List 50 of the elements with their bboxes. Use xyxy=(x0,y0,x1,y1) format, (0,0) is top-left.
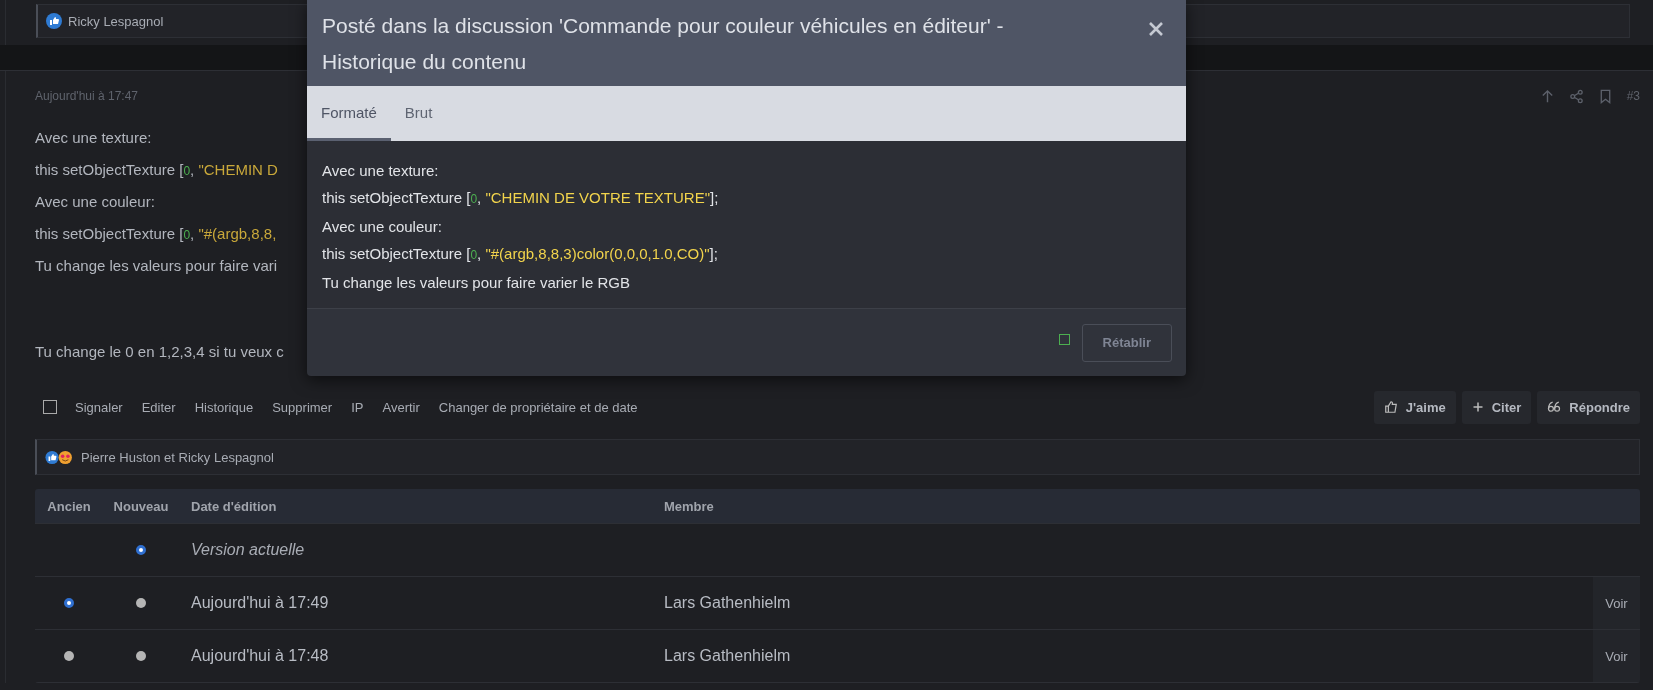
post-text-line: this setObjectTexture [0, "CHEMIN D xyxy=(35,160,278,178)
plus-icon xyxy=(1471,401,1484,413)
post-text-line: Avec une couleur: xyxy=(35,192,155,210)
column-header: Membre xyxy=(664,497,715,516)
column-header: Date d'édition xyxy=(190,497,278,516)
post-action-link[interactable]: Changer de propriétaire et de date xyxy=(438,399,638,415)
view-link[interactable]: Voir xyxy=(1593,630,1640,682)
old-version-radio[interactable] xyxy=(64,598,74,608)
reaction-names[interactable]: Ricky Lespagnol xyxy=(68,13,164,29)
edit-date: Version actuelle xyxy=(191,541,305,559)
column-header: Nouveau xyxy=(112,497,170,516)
square-icon xyxy=(1058,334,1070,345)
view-link[interactable]: Voir xyxy=(1593,577,1640,629)
new-version-radio[interactable] xyxy=(136,545,146,555)
new-version-radio[interactable] xyxy=(136,651,146,661)
post-action-link[interactable]: Supprimer xyxy=(272,399,333,415)
post-text-line: Avec une texture: xyxy=(35,128,152,146)
select-checkbox[interactable] xyxy=(43,400,57,414)
edit-date: Aujourd'hui à 17:49 xyxy=(191,594,329,612)
content-text-line: this setObjectTexture [0, "CHEMIN DE VOTRE TEXTURE"]; xyxy=(322,188,720,208)
old-version-radio[interactable] xyxy=(64,651,74,661)
content-text-line: Avec une couleur: xyxy=(322,217,443,237)
close-icon[interactable] xyxy=(1148,21,1164,37)
post-action-link[interactable]: Editer xyxy=(141,399,176,415)
post-button[interactable]: Répondre xyxy=(1537,390,1640,424)
member-name: Lars Gathenhielm xyxy=(664,594,791,612)
dialog-title: Posté dans la discussion 'Commande pour couleur véhicules en éditeur' - Historique du contenu xyxy=(322,13,1005,75)
new-version-radio[interactable] xyxy=(136,598,146,608)
reaction-icons xyxy=(45,449,75,465)
post-button[interactable]: Citer xyxy=(1461,390,1532,424)
post-button[interactable]: J'aime xyxy=(1373,390,1456,424)
dialog-tab[interactable]: Brut xyxy=(390,86,447,141)
thumbs-up-icon xyxy=(1383,400,1398,414)
content-text-line: Avec une texture: xyxy=(322,161,440,181)
thumbs-up-icon xyxy=(46,13,62,29)
post-action-link[interactable]: Avertir xyxy=(382,399,420,415)
post-text-line: this setObjectTexture [0, "#(argb,8,8, xyxy=(35,224,277,242)
quote-icon xyxy=(1547,400,1562,414)
post-action-link[interactable]: Historique xyxy=(194,399,254,415)
content-text-line: Tu change les valeurs pour faire varier le RGB xyxy=(322,273,631,293)
edit-date: Aujourd'hui à 17:48 xyxy=(191,647,329,665)
column-header: Ancien xyxy=(46,497,92,516)
post-action-link[interactable]: IP xyxy=(351,399,364,415)
member-name: Lars Gathenhielm xyxy=(664,647,791,665)
content-text-line: this setObjectTexture [0, "#(argb,8,8,3)color(0,0,0,1.0,CO)"]; xyxy=(322,244,719,264)
post-text-line: Tu change les valeurs pour faire vari xyxy=(35,256,278,274)
reaction-names[interactable]: Pierre Huston et Ricky Lespagnol xyxy=(81,449,274,465)
share-icon[interactable] xyxy=(1568,88,1584,104)
post-text-line: Tu change le 0 en 1,2,3,4 si tu veux c xyxy=(35,342,284,360)
post-action-link[interactable]: Signaler xyxy=(75,399,123,415)
